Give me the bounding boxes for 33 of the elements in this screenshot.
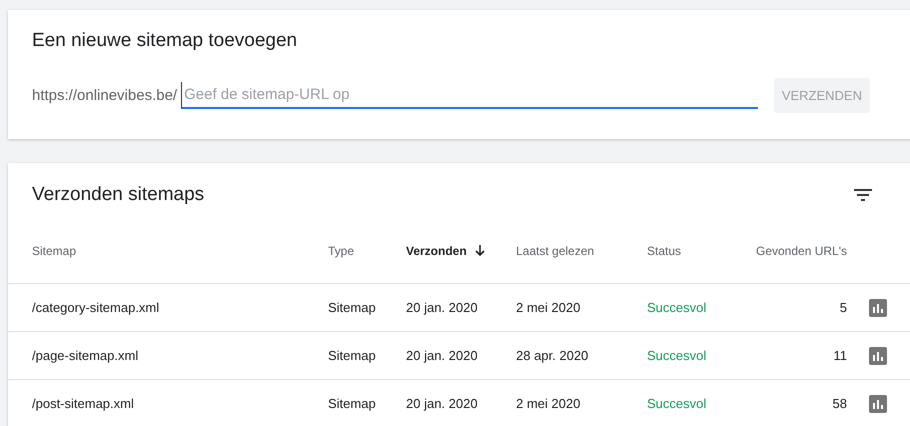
input-field[interactable]: Geef de sitemap-URL op [181, 82, 758, 109]
url-prefix: https://onlinevibes.be/ [32, 87, 178, 104]
chart-icon[interactable] [869, 298, 887, 316]
status-text: Succesvol [647, 300, 706, 315]
column-header[interactable]: Gevonden URL's [756, 244, 847, 258]
date-cell: 2 mei 2020 [516, 300, 580, 315]
sitemap-path: /post-sitemap.xml [32, 396, 134, 411]
chart-icon[interactable] [869, 394, 887, 412]
date-cell: 20 jan. 2020 [406, 348, 478, 363]
chart-icon[interactable] [869, 346, 887, 364]
column-header[interactable]: Sitemap [32, 244, 76, 258]
sitemap-path: /page-sitemap.xml [32, 348, 138, 363]
count-cell: 58 [832, 396, 847, 411]
column-header[interactable]: Verzonden [406, 244, 467, 258]
date-cell: 20 jan. 2020 [406, 300, 478, 315]
date-cell: 2 mei 2020 [516, 396, 580, 411]
type-cell: Sitemap [328, 300, 376, 315]
type-cell: Sitemap [328, 348, 376, 363]
date-cell: 20 jan. 2020 [406, 396, 478, 411]
status-text: Succesvol [647, 396, 706, 411]
date-cell: 28 apr. 2020 [516, 348, 588, 363]
column-header[interactable]: Laatst gelezen [516, 244, 594, 258]
column-header[interactable]: Type [328, 244, 354, 258]
count-cell: 5 [840, 300, 847, 315]
card-title: Verzonden sitemaps [32, 184, 204, 206]
filter-icon[interactable] [854, 189, 872, 201]
type-cell: Sitemap [328, 396, 376, 411]
sitemap-path: /category-sitemap.xml [32, 300, 160, 315]
card-title: Een nieuwe sitemap toevoegen [32, 30, 298, 52]
sort-arrow-icon[interactable] [474, 245, 485, 257]
count-cell: 11 [834, 348, 847, 363]
column-header[interactable]: Status [647, 244, 682, 258]
status-text: Succesvol [647, 348, 706, 363]
